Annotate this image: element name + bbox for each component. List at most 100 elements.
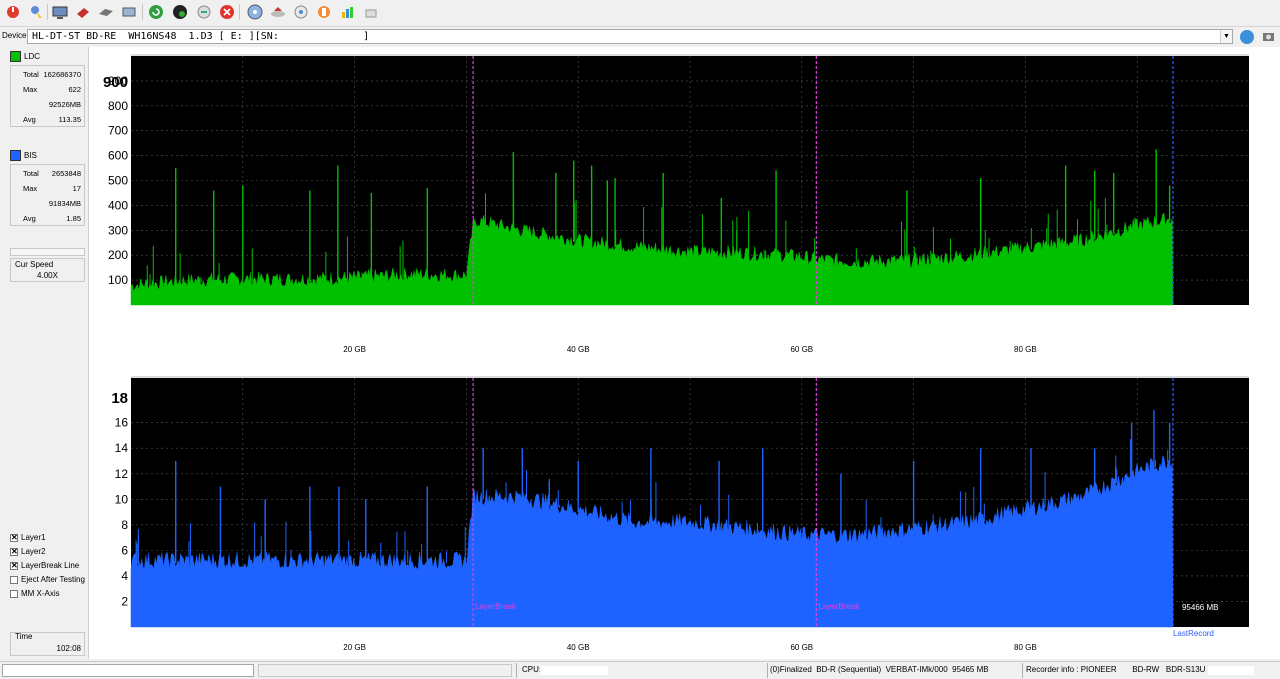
ldc-stats: Total 162686370 Max 622 92526MB Avg 113.35 [10,65,85,127]
disc-info: (0)Finalized BD-R (Sequential) VERBAT-IM… [770,665,989,674]
checkbox[interactable]: ✕ [10,533,18,542]
bis-swatch[interactable] [10,150,21,161]
toolbar [0,0,1280,27]
bis-total-value: 2653848 [51,169,81,178]
disc-icon[interactable] [246,3,264,21]
time-box: Time 102:08 [10,632,85,656]
option-eject-after-testing[interactable]: Eject After Testing [10,575,85,584]
ldc-label: LDC [24,52,41,61]
export-icon[interactable] [120,3,138,21]
bis-max-value: 17 [72,184,81,193]
bis-x-tick-label: 60 GB [790,643,813,652]
status-bar: CPU: (0)Finalized BD-R (Sequential) VERB… [0,661,1280,679]
option-layer2[interactable]: ✕ Layer2 [10,547,45,556]
bis-total-label: Total [23,169,39,178]
power-icon[interactable] [4,3,22,21]
chart-area: 100 200 300 400 500 600 700 800 900 900 20 GB 40 GB… [89,47,1280,659]
charts-svg: 10020030040050060070080090090020 GB 40 GB… [103,54,1249,652]
bis-layer-break-label: LayerBreak [475,602,517,611]
option-label: Eject After Testing [21,575,85,584]
ldc-y-tick-label: 500 [108,174,128,188]
ldc-y-tick-label: 100 [108,273,128,287]
camera-icon[interactable] [1262,30,1275,43]
bis-stats: Total 2653848 Max 17 91834MB Avg 1.85 [10,164,85,226]
eject-icon[interactable] [269,3,287,21]
bis-x-tick-label: 40 GB [567,643,590,652]
disc-drive-icon[interactable] [97,3,115,21]
ldc-swatch[interactable] [10,51,21,62]
eraser-icon[interactable] [74,3,92,21]
clear-icon[interactable] [362,3,380,21]
settings-icon[interactable] [292,3,310,21]
cur-speed-box: Cur Speed 4.00X [10,258,85,282]
sidebar: LDC Total 162686370 Max 622 92526MB Avg 113… [0,47,89,659]
chart-icon[interactable] [339,3,357,21]
bis-y-top-label: 18 [111,390,128,407]
bis-max-label: Max [23,184,38,193]
chevron-down-icon[interactable]: ▼ [1220,30,1232,43]
ldc-avg-label: Avg [23,115,36,124]
device-bar: Device: HL-DT-ST BD-RE WH16NS48 1.D3 [ E… [0,27,1280,47]
ldc-y-tick-label: 400 [108,198,128,212]
bis-y-tick-label: 4 [121,569,128,583]
ldc-y-top-label: 900 [103,74,128,91]
back-icon[interactable] [1240,30,1254,44]
ldc-x-tick-label: 80 GB [1014,345,1037,354]
device-select[interactable]: HL-DT-ST BD-RE WH16NS48 1.D3 [ E: ][SN: … [27,29,1233,44]
checkbox[interactable] [10,589,18,598]
bis-label: BIS [24,151,37,160]
progress-bar [10,248,85,256]
option-label: LayerBreak Line [21,561,80,570]
bis-y-tick-label: 8 [121,518,128,532]
option-mm-x-axis[interactable]: MM X-Axis [10,589,60,598]
checkbox[interactable]: ✕ [10,561,18,570]
ldc-y-tick-label: 700 [108,124,128,138]
bis-chart: 2 4 6 8 10 12 14 16 18 20 GB 40 GB 60 GB 80 GB LayerB… [111,376,1249,652]
device-value: HL-DT-ST BD-RE WH16NS48 1.D3 [ E: ][SN: … [32,31,370,42]
cur-speed-label: Cur Speed [15,260,54,269]
bis-y-tick-label: 10 [115,492,129,506]
option-layer1[interactable]: ✕ Layer1 [10,533,45,542]
bis-x-tick-label: 20 GB [343,643,366,652]
bis-avg-label: Avg [23,214,36,223]
option-label: Layer1 [21,533,46,542]
recorder-extra [1208,666,1254,675]
bis-end-record-label: LastRecord [1173,629,1214,638]
ldc-avg-value: 113.35 [58,115,81,124]
ldc-total-label: Total [23,70,39,79]
bis-y-tick-label: 16 [115,416,129,430]
refresh-icon[interactable] [147,3,165,21]
status-message-field [2,664,254,677]
recorder-info: Recorder info : PIONEER BD-RW BDR-S13U [1026,665,1206,674]
ldc-max-value: 622 [68,85,81,94]
checkbox[interactable] [10,575,18,584]
checkbox[interactable]: ✕ [10,547,18,556]
bis-y-tick-label: 12 [115,467,129,481]
ldc-y-tick-label: 200 [108,248,128,262]
option-layerbreak-line[interactable]: ✕ LayerBreak Line [10,561,79,570]
compare-icon[interactable] [195,3,213,21]
bis-avg-value: 1.85 [66,214,81,223]
ldc-max-position: 92526MB [48,100,81,109]
ldc-x-tick-label: 20 GB [343,345,366,354]
ldc-x-tick-label: 60 GB [790,345,813,354]
save-icon[interactable] [315,3,333,21]
ldc-total-value: 162686370 [43,70,81,79]
globe-icon[interactable] [171,3,189,21]
ldc-y-tick-label: 800 [108,99,128,113]
status-empty-field [258,664,512,677]
bis-y-tick-label: 14 [115,441,129,455]
time-value: 102:08 [56,644,81,653]
cpu-label: CPU: [522,665,542,674]
pointer-icon[interactable] [27,3,45,21]
monitor-icon[interactable] [51,3,69,21]
ldc-x-tick-label: 40 GB [567,345,590,354]
bis-y-tick-label: 2 [121,594,128,608]
ldc-legend: LDC [10,51,40,62]
ldc-y-tick-label: 300 [108,223,128,237]
option-label: MM X-Axis [21,589,60,598]
ldc-max-label: Max [23,85,38,94]
device-label: Device: [2,31,29,40]
bis-max-position: 91834MB [48,199,81,208]
stop-icon[interactable] [218,3,236,21]
